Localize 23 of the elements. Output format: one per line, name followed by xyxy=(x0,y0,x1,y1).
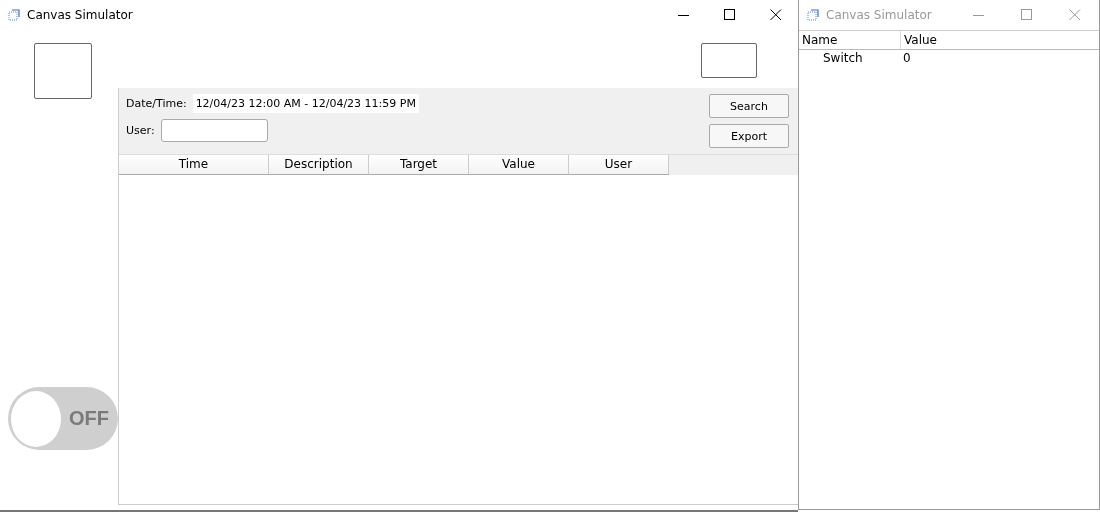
column-header[interactable]: Time xyxy=(119,155,269,175)
action-button[interactable]: Search xyxy=(709,94,789,118)
column-header[interactable]: User xyxy=(569,155,669,175)
app-icon xyxy=(807,9,819,21)
close-icon[interactable] xyxy=(770,9,782,21)
property-value: 0 xyxy=(902,50,912,66)
date-range-field[interactable]: 12/04/23 12:00 AM - 12/04/23 11:59 PM xyxy=(192,94,419,113)
date-time-label: Date/Time: xyxy=(126,97,187,110)
column-header[interactable]: Description xyxy=(269,155,369,175)
app-icon xyxy=(8,9,20,21)
property-name: Switch xyxy=(822,50,864,66)
column-header[interactable]: Name xyxy=(799,31,901,49)
square-shape xyxy=(34,43,92,99)
window-title: Canvas Simulator xyxy=(27,8,133,22)
user-label: User: xyxy=(126,124,155,137)
column-header[interactable]: Value xyxy=(469,155,569,175)
rectangle-shape xyxy=(701,43,757,78)
maximize-icon[interactable] xyxy=(724,9,736,21)
action-button[interactable]: Export xyxy=(709,124,789,148)
user-field[interactable] xyxy=(160,119,268,142)
column-header[interactable]: Target xyxy=(369,155,469,175)
column-header[interactable]: Value xyxy=(901,31,1002,49)
window-title: Canvas Simulator xyxy=(826,8,932,22)
